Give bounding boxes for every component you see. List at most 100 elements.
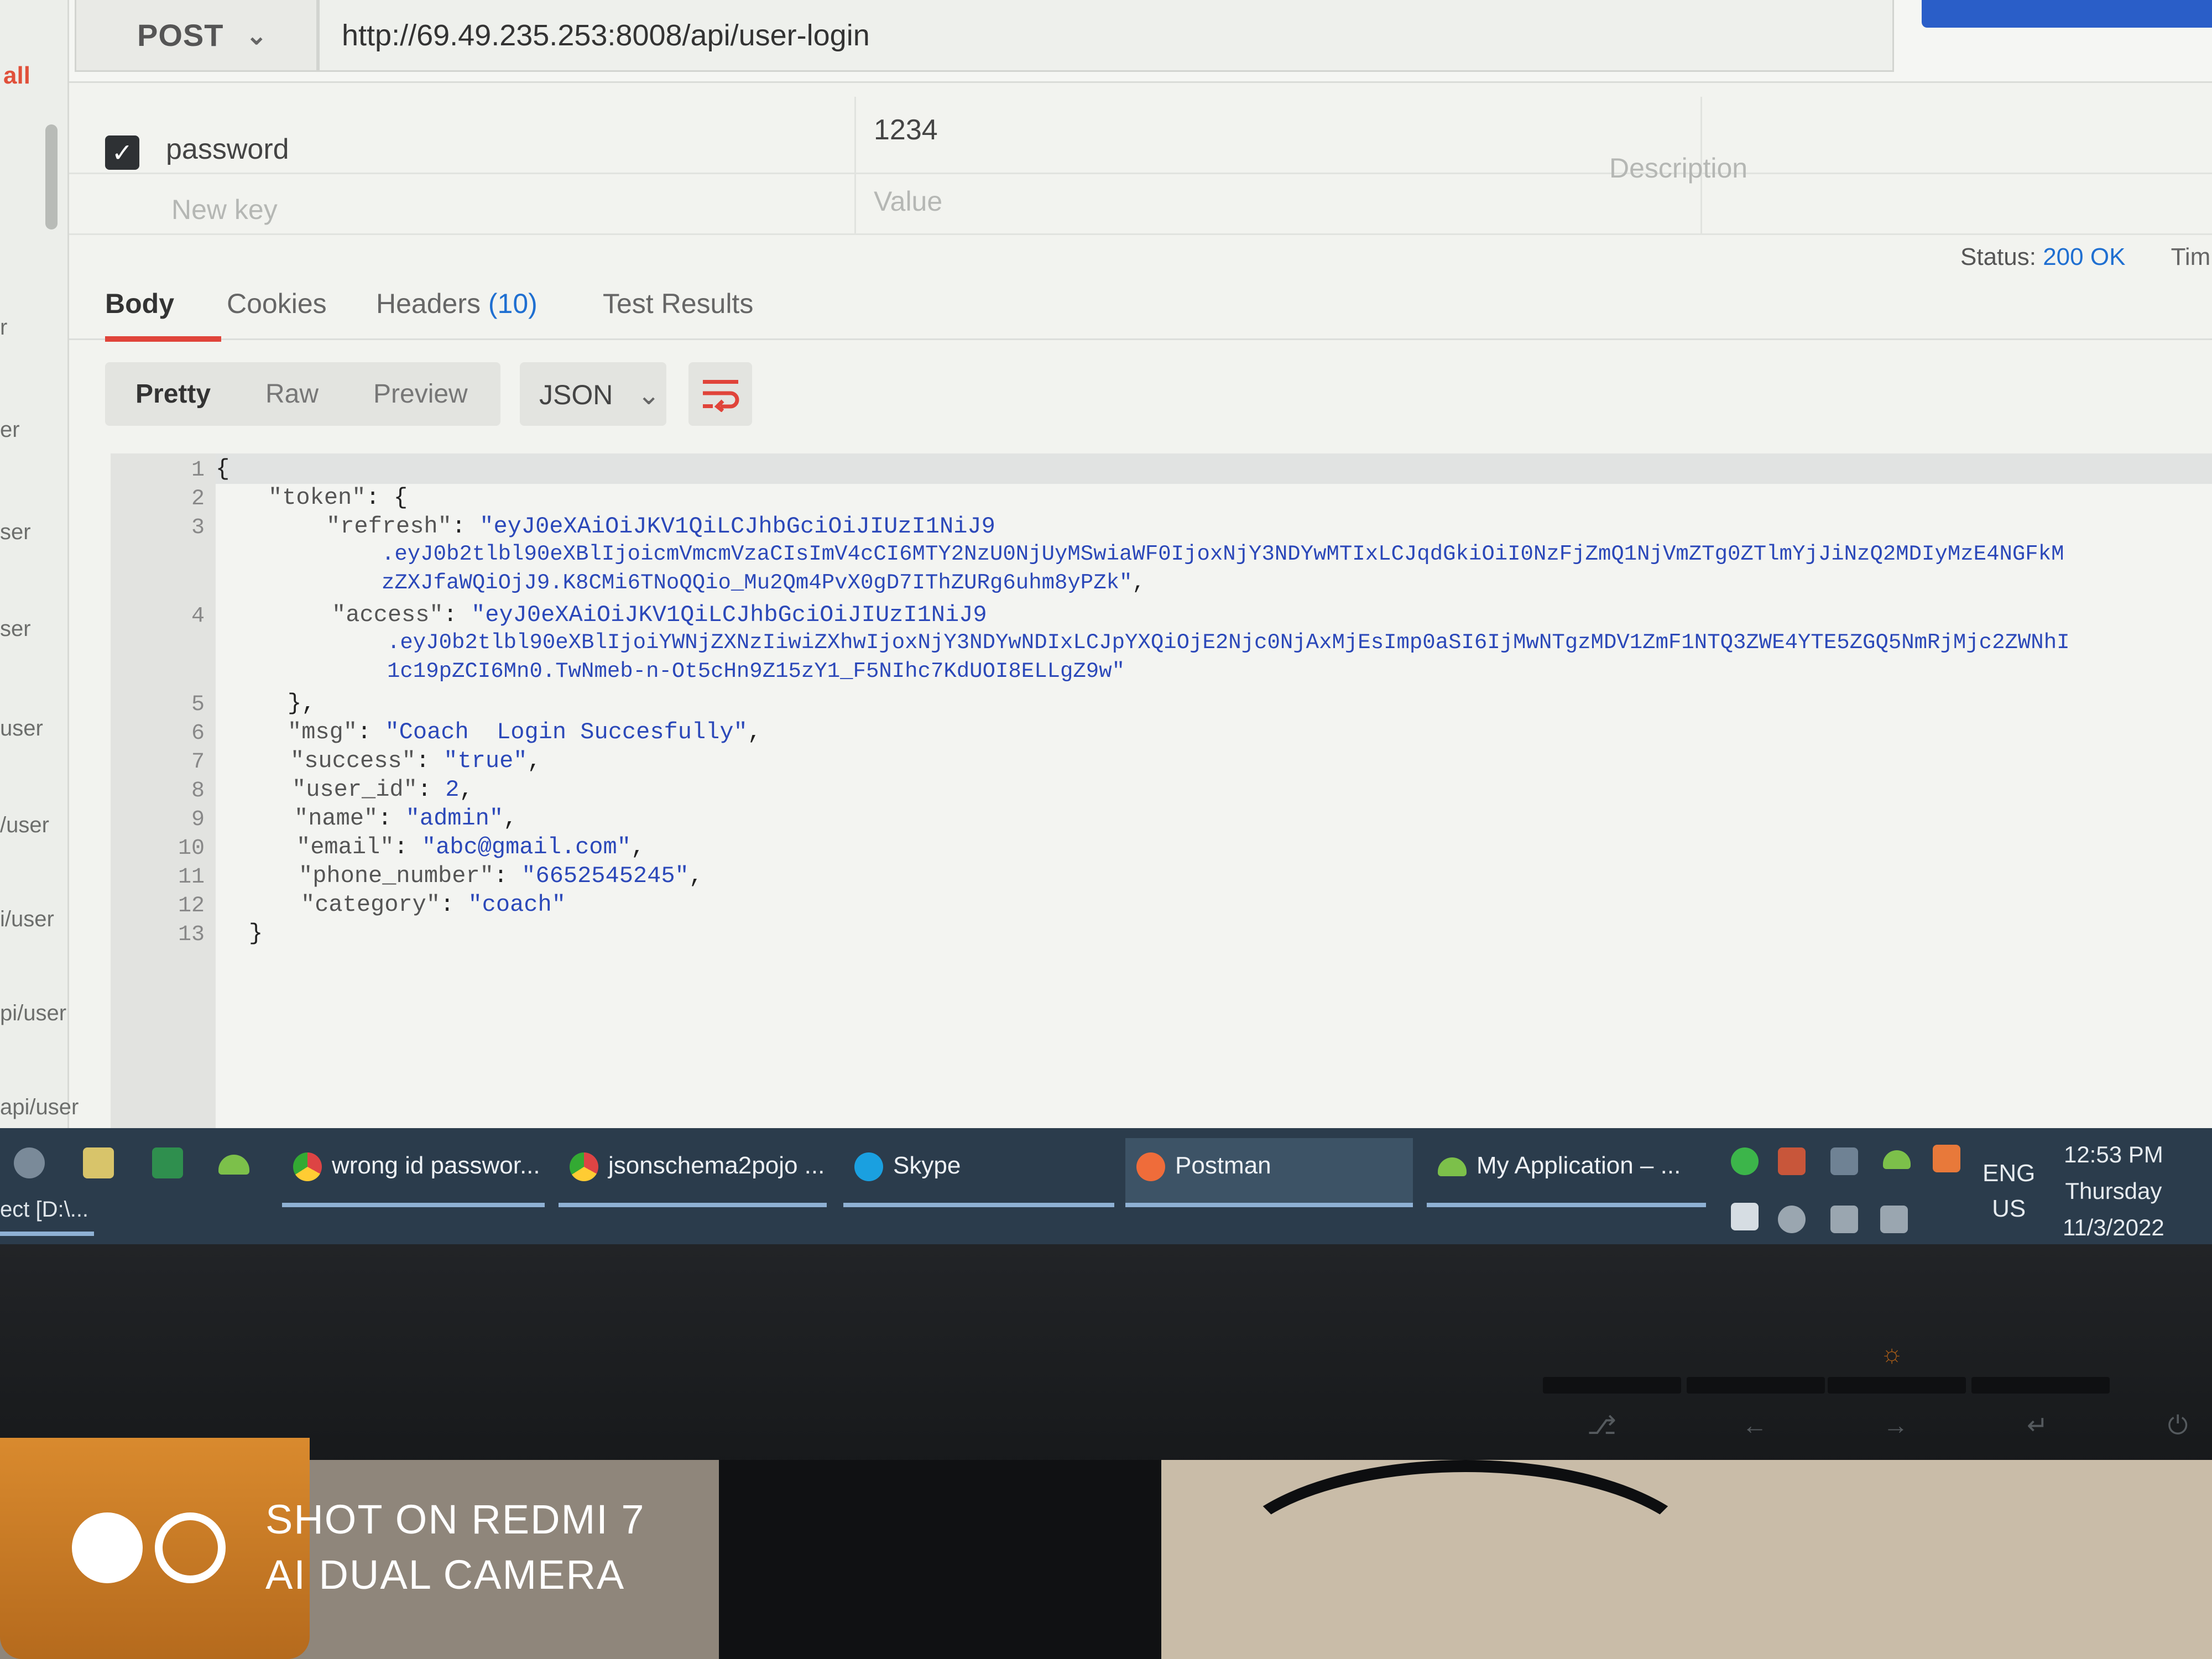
arrow-left-icon: ← (1742, 1411, 1767, 1439)
code-wrap-line: 1c19pZCI6Mn0.TwNmeb-n-Ot5cHn9Z15zY1_F5NI… (387, 659, 1125, 684)
camera-watermark: SHOT ON REDMI 7 AI DUAL CAMERA (66, 1488, 730, 1615)
format-preview-button[interactable]: Preview (373, 379, 468, 409)
taskbar-postman[interactable]: Postman (1125, 1138, 1413, 1207)
history-item[interactable]: ser (0, 520, 31, 545)
monitor-button[interactable] (1828, 1377, 1966, 1394)
line-number: 8 (191, 779, 205, 804)
skype-icon (854, 1152, 883, 1182)
param-enabled-checkbox[interactable]: ✓ (105, 135, 139, 170)
java-icon[interactable] (1933, 1145, 1960, 1172)
code-line: "token": { (268, 484, 408, 511)
chevron-down-icon: ⌄ (246, 20, 268, 50)
taskbar-skype[interactable]: Skype (843, 1138, 1114, 1207)
tab-body[interactable]: Body (105, 288, 174, 320)
language-indicator[interactable]: ENG US (1983, 1156, 2035, 1227)
monitor-stand (719, 1460, 1161, 1659)
param-key[interactable]: password (166, 133, 289, 166)
taskbar-chrome-wrong-id[interactable]: wrong id passwor... (282, 1138, 545, 1207)
json-string: "admin" (405, 805, 504, 832)
wrap-lines-button[interactable] (688, 362, 752, 426)
json-key: "email" (296, 834, 394, 860)
taskbar-chrome-jsonschema[interactable]: jsonschema2pojo ... (559, 1138, 827, 1207)
cloud-error-icon[interactable] (1778, 1206, 1806, 1233)
history-item[interactable]: i/user (0, 907, 54, 932)
system-clock[interactable]: 12:53 PM Thursday 11/3/2022 (2063, 1136, 2164, 1246)
history-item[interactable]: /user (0, 813, 49, 838)
monitor-button[interactable] (1687, 1377, 1825, 1394)
json-number: 2 (445, 776, 460, 803)
history-item[interactable]: user (0, 716, 43, 741)
taskbar-android-studio[interactable]: My Application – ... (1427, 1138, 1706, 1207)
format-pretty-button[interactable]: Pretty (135, 379, 211, 409)
tab-cookies[interactable]: Cookies (227, 288, 327, 320)
clock-day: Thursday (2065, 1178, 2162, 1204)
device-icon[interactable] (1830, 1147, 1858, 1175)
history-item[interactable]: api/user (0, 1095, 79, 1120)
line-number: 6 (191, 721, 205, 746)
pinned-app-icon[interactable] (14, 1147, 45, 1178)
android-studio-icon (1438, 1157, 1467, 1177)
format-toggle-group: Pretty Raw Preview (105, 362, 500, 426)
method-dropdown[interactable]: POST ⌄ (75, 0, 318, 72)
new-key-field[interactable]: New key (171, 194, 278, 226)
send-button[interactable] (1922, 0, 2212, 28)
method-label: POST (137, 18, 224, 53)
excel-icon[interactable] (152, 1147, 183, 1178)
code-line: "category": "coach" (301, 891, 566, 918)
json-string: "eyJ0eXAiOiJKV1QiLCJhbGciOiJIUzI1NiJ9 (479, 513, 995, 540)
tab-headers[interactable]: Headers (10) (376, 288, 538, 320)
power-icon: ⏻ (2168, 1411, 2188, 1439)
taskbar-project-item[interactable]: ect [D:\... (0, 1175, 94, 1236)
json-punct: : { (366, 484, 408, 511)
params-table: ✓ password 1234 New key Value Descriptio… (69, 97, 2212, 252)
enter-icon: ↵ (2027, 1411, 2048, 1439)
language-select[interactable]: JSON ⌄ (520, 362, 666, 426)
code-line: { (216, 456, 230, 482)
monitor-button[interactable] (1543, 1377, 1681, 1394)
response-body-viewer[interactable]: 1 2 3 4 5 6 7 8 9 10 11 12 13 { "token":… (111, 453, 2212, 1128)
camera-lens-icon (155, 1512, 226, 1583)
clock-time: 12:53 PM (2063, 1141, 2163, 1167)
history-item[interactable]: r (0, 315, 7, 340)
history-item[interactable]: er (0, 418, 20, 442)
url-input[interactable] (318, 0, 1894, 72)
param-value[interactable]: 1234 (874, 113, 938, 147)
shield-check-icon[interactable] (1731, 1147, 1759, 1175)
line-number: 7 (191, 750, 205, 775)
tab-test-results[interactable]: Test Results (603, 288, 753, 320)
code-line: "name": "admin", (294, 805, 518, 832)
line-number: 3 (191, 515, 205, 540)
code-wrap-line: .eyJ0b2tlbl90eXBlIjoicmVmcmVzaCIsImV4cCI… (382, 542, 2064, 566)
notepad-icon[interactable] (83, 1147, 114, 1178)
format-raw-button[interactable]: Raw (265, 379, 319, 409)
new-value-field[interactable]: Value (874, 185, 942, 217)
android-icon[interactable] (218, 1155, 249, 1175)
history-sidebar: all r er ser ser user /user i/user pi/us… (0, 0, 79, 1128)
monitor-button[interactable] (1971, 1377, 2110, 1394)
volume-muted-icon[interactable] (1880, 1206, 1908, 1233)
history-item[interactable]: pi/user (0, 1001, 66, 1026)
json-string: "Coach Login Succesfully" (385, 719, 748, 745)
security-shield-icon[interactable] (1731, 1203, 1759, 1230)
status-badge[interactable]: 200 OK (2043, 243, 2125, 270)
line-number: 2 (191, 487, 205, 512)
taskbar-app-label: Postman (1175, 1152, 1271, 1179)
history-item[interactable]: ser (0, 617, 31, 641)
json-key: "phone_number" (299, 863, 494, 889)
new-description-field[interactable]: Description (1609, 152, 1747, 184)
sidebar-scrollbar[interactable] (45, 124, 58, 229)
history-filter-all[interactable]: all (3, 62, 30, 90)
code-wrap-line: .eyJ0b2tlbl90eXBlIjoiYWNjZXNzIiwiZXhwIjo… (387, 630, 2070, 655)
line-number: 10 (178, 836, 205, 861)
taskbar-app-label: wrong id passwor... (332, 1152, 540, 1179)
line-number: 13 (178, 922, 205, 947)
current-line-highlight (216, 453, 2212, 484)
time-label[interactable]: Tim (2171, 243, 2211, 270)
code-line: }, (288, 690, 316, 717)
tray-app-icon[interactable] (1778, 1147, 1806, 1175)
network-icon[interactable] (1830, 1206, 1858, 1233)
android-icon[interactable] (1883, 1150, 1911, 1169)
line-number: 11 (178, 865, 205, 890)
brightness-icon: ☼ (1880, 1339, 1904, 1368)
line-number: 5 (191, 692, 205, 717)
